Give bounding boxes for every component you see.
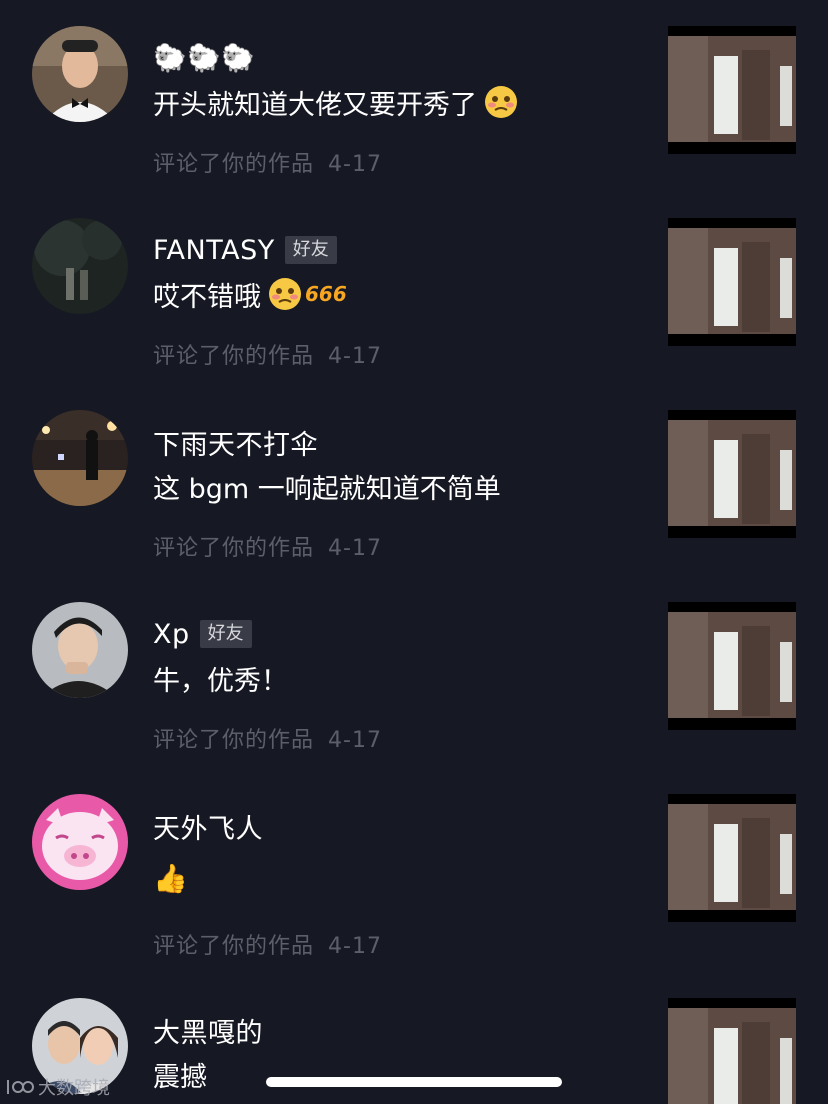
avatar[interactable]: [32, 794, 128, 890]
comment-action: 评论了你的作品: [153, 536, 315, 561]
comment-date: 4-17: [328, 536, 382, 561]
avatar[interactable]: [32, 602, 128, 698]
avatar[interactable]: [32, 410, 128, 506]
comment-text: 震撼: [153, 1061, 207, 1093]
avatar[interactable]: [32, 26, 128, 122]
commenter-name-line: 天外飞人: [153, 806, 263, 846]
comment-date: 4-17: [328, 728, 382, 753]
comment-date: 4-17: [328, 934, 382, 959]
friend-badge: 好友: [199, 620, 252, 648]
watermark: 大数跨境: [6, 1074, 110, 1100]
video-thumbnail[interactable]: [668, 26, 796, 154]
video-thumbnail[interactable]: [668, 218, 796, 346]
comment-text: 哎不错哦: [153, 281, 261, 313]
home-indicator[interactable]: [266, 1077, 562, 1087]
comment-text-line: 开头就知道大佬又要开秀了: [153, 82, 519, 122]
watermark-logo-icon: [7, 1080, 34, 1094]
comment-date: 4-17: [328, 344, 382, 369]
video-thumbnail[interactable]: [668, 998, 796, 1104]
commenter-name[interactable]: 🐑🐑🐑: [153, 42, 255, 74]
comment-text: 牛，优秀！: [153, 665, 288, 697]
commenter-name[interactable]: FANTASY: [153, 235, 275, 266]
comment-date: 4-17: [328, 152, 382, 177]
comment-meta: 评论了你的作品 4-17: [153, 722, 382, 754]
comment-text-line: 哎不错哦 666: [153, 274, 347, 314]
notification-list: 🐑🐑🐑 开头就知道大佬又要开秀了 评论了你的作品 4-17 FANTASY 好友…: [0, 0, 828, 1104]
comment-text-line: 这 bgm 一响起就知道不简单: [153, 466, 501, 506]
comment-text-line: 牛，优秀！: [153, 658, 288, 698]
comment-meta: 评论了你的作品 4-17: [153, 530, 382, 562]
commenter-name-line: 大黑嘎的: [153, 1010, 263, 1050]
comment-meta: 评论了你的作品 4-17: [153, 928, 382, 960]
commenter-name-line: FANTASY 好友: [153, 230, 337, 270]
comment-text-line: 👍: [153, 858, 188, 898]
comment-action: 评论了你的作品: [153, 934, 315, 959]
commenter-name[interactable]: 下雨天不打伞: [153, 423, 318, 462]
watermark-text: 大数跨境: [38, 1078, 110, 1099]
comment-action: 评论了你的作品: [153, 152, 315, 177]
commenter-name[interactable]: Xp: [153, 619, 190, 650]
comment-text: 这 bgm 一响起就知道不简单: [153, 473, 501, 505]
comment-meta: 评论了你的作品 4-17: [153, 146, 382, 178]
friend-badge: 好友: [284, 236, 337, 264]
blush-emoji-icon: [269, 278, 301, 310]
blush-emoji-icon: [485, 86, 517, 118]
commenter-name-line: 🐑🐑🐑: [153, 38, 255, 78]
video-thumbnail[interactable]: [668, 602, 796, 730]
commenter-name-line: 下雨天不打伞: [153, 422, 318, 462]
comment-action: 评论了你的作品: [153, 728, 315, 753]
comment-action: 评论了你的作品: [153, 344, 315, 369]
video-thumbnail[interactable]: [668, 410, 796, 538]
comment-meta: 评论了你的作品 4-17: [153, 338, 382, 370]
video-thumbnail[interactable]: [668, 794, 796, 922]
commenter-name[interactable]: 天外飞人: [153, 807, 263, 846]
commenter-name-line: Xp 好友: [153, 614, 252, 654]
comment-text-line: 震撼: [153, 1054, 207, 1094]
666-emoji-icon: 666: [305, 282, 347, 306]
thumbs-up-icon: 👍: [153, 861, 188, 895]
commenter-name[interactable]: 大黑嘎的: [153, 1011, 263, 1050]
avatar[interactable]: [32, 218, 128, 314]
comment-text: 开头就知道大佬又要开秀了: [153, 89, 477, 121]
